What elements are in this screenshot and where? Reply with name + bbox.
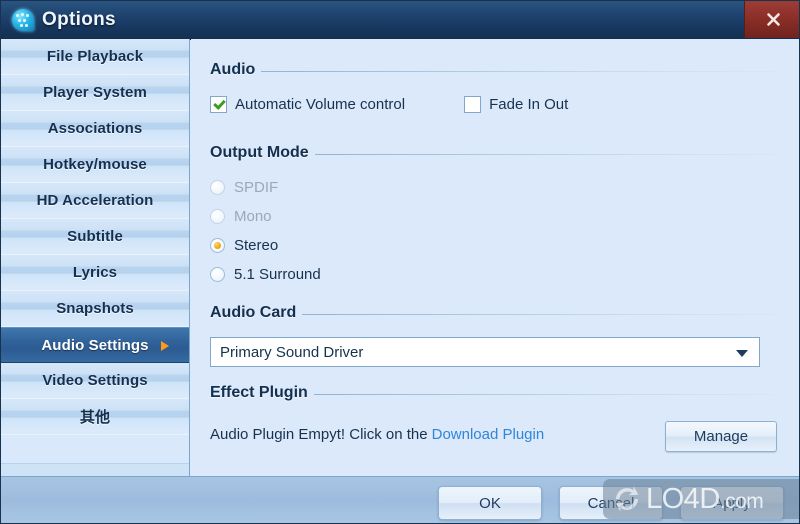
audio-card-section-title: Audio Card <box>210 304 297 321</box>
surround-label: 5.1 Surround <box>234 265 321 283</box>
cancel-button-label: Cancel <box>587 494 635 512</box>
dialog-footer: OK Cancel Apply <box>1 476 799 523</box>
ok-button[interactable]: OK <box>438 486 542 520</box>
automatic-volume-control-checkbox[interactable] <box>210 96 227 113</box>
section-divider <box>261 71 780 72</box>
player-bubble-icon <box>10 7 36 33</box>
audio-section: Audio Automatic Volume control Fade In O… <box>210 61 780 113</box>
fade-in-out-label: Fade In Out <box>489 96 569 113</box>
download-plugin-link[interactable]: Download Plugin <box>432 426 545 443</box>
sidebar-item-label: Player System <box>43 84 147 101</box>
sidebar-item-snapshots[interactable]: Snapshots <box>1 291 189 327</box>
sidebar-item-player-system[interactable]: Player System <box>1 75 189 111</box>
dialog-body: File Playback Player System Associations… <box>1 39 799 476</box>
sidebar-item-label: Snapshots <box>56 300 134 317</box>
effect-plugin-section: Effect Plugin Audio Plugin Empyt! Click … <box>210 384 780 452</box>
sidebar-item-hd-acceleration[interactable]: HD Acceleration <box>1 183 189 219</box>
mono-radio[interactable] <box>210 208 225 224</box>
plugin-empty-message: Audio Plugin Empyt! Click on the <box>210 426 428 443</box>
sidebar-item-label: File Playback <box>46 48 144 65</box>
audio-section-header: Audio <box>210 61 780 79</box>
close-button[interactable] <box>744 1 799 38</box>
section-divider <box>302 314 780 315</box>
stereo-radio[interactable] <box>210 237 225 253</box>
fade-in-out-checkbox[interactable] <box>464 96 482 113</box>
section-divider <box>313 394 780 395</box>
sidebar-item-label: Video Settings <box>42 372 148 389</box>
ok-button-label: OK <box>479 494 501 512</box>
section-divider <box>314 154 780 155</box>
chevron-down-icon[interactable] <box>736 350 748 357</box>
audio-section-title: Audio <box>210 61 256 78</box>
output-mode-section: Output Mode SPDIF Mono Stereo 5.1 Surrou… <box>210 144 780 293</box>
sidebar-item-associations[interactable]: Associations <box>1 111 189 147</box>
sidebar-item-audio-settings[interactable]: Audio Settings <box>1 327 189 363</box>
sidebar-item-subtitle[interactable]: Subtitle <box>1 219 189 255</box>
title-bar: Options <box>1 1 799 40</box>
audio-settings-panel: Audio Automatic Volume control Fade In O… <box>191 39 799 476</box>
manage-button[interactable]: Manage <box>665 421 777 452</box>
effect-plugin-section-header: Effect Plugin <box>210 384 780 402</box>
spdif-label: SPDIF <box>234 178 279 196</box>
effect-plugin-section-title: Effect Plugin <box>210 384 308 401</box>
sidebar-item-label: Subtitle <box>67 228 123 245</box>
radio-option-mono[interactable]: Mono <box>210 206 780 226</box>
spdif-radio[interactable] <box>210 179 225 195</box>
apply-button-label: Apply <box>713 494 751 512</box>
radio-option-51-surround[interactable]: 5.1 Surround <box>210 264 780 284</box>
stereo-label: Stereo <box>234 236 279 254</box>
output-mode-section-title: Output Mode <box>210 144 309 161</box>
options-dialog: Options File Playback Player System Asso… <box>0 0 800 524</box>
surround-radio[interactable] <box>210 266 225 282</box>
audio-card-value: Primary Sound Driver <box>220 343 364 361</box>
sidebar-item-label: 其他 <box>79 409 111 426</box>
radio-option-stereo[interactable]: Stereo <box>210 235 780 255</box>
mono-label: Mono <box>234 207 272 225</box>
sidebar-item-other[interactable]: 其他 <box>1 399 189 435</box>
sidebar-item-label: Associations <box>47 120 143 137</box>
audio-card-select[interactable]: Primary Sound Driver <box>210 337 760 367</box>
manage-button-label: Manage <box>693 428 749 445</box>
sidebar-item-label: HD Acceleration <box>36 192 154 209</box>
sidebar-item-file-playback[interactable]: File Playback <box>1 39 189 75</box>
radio-option-spdif[interactable]: SPDIF <box>210 177 780 197</box>
sidebar-item-label: Lyrics <box>72 264 118 281</box>
sidebar-filler <box>1 435 189 464</box>
close-icon <box>766 13 780 26</box>
sidebar-item-hotkey-mouse[interactable]: Hotkey/mouse <box>1 147 189 183</box>
apply-button[interactable]: Apply <box>680 486 784 520</box>
window-title: Options <box>42 9 116 30</box>
settings-sidebar: File Playback Player System Associations… <box>1 39 190 476</box>
sidebar-item-label: Hotkey/mouse <box>43 156 147 173</box>
sidebar-item-lyrics[interactable]: Lyrics <box>1 255 189 291</box>
audio-card-section-header: Audio Card <box>210 304 780 322</box>
sidebar-item-video-settings[interactable]: Video Settings <box>1 363 189 399</box>
output-mode-section-header: Output Mode <box>210 144 780 162</box>
automatic-volume-control-label: Automatic Volume control <box>235 96 406 113</box>
audio-card-section: Audio Card Primary Sound Driver <box>210 304 780 367</box>
cancel-button[interactable]: Cancel <box>559 486 663 520</box>
selection-arrow-icon <box>161 341 169 351</box>
sidebar-item-label: Audio Settings <box>41 336 149 354</box>
